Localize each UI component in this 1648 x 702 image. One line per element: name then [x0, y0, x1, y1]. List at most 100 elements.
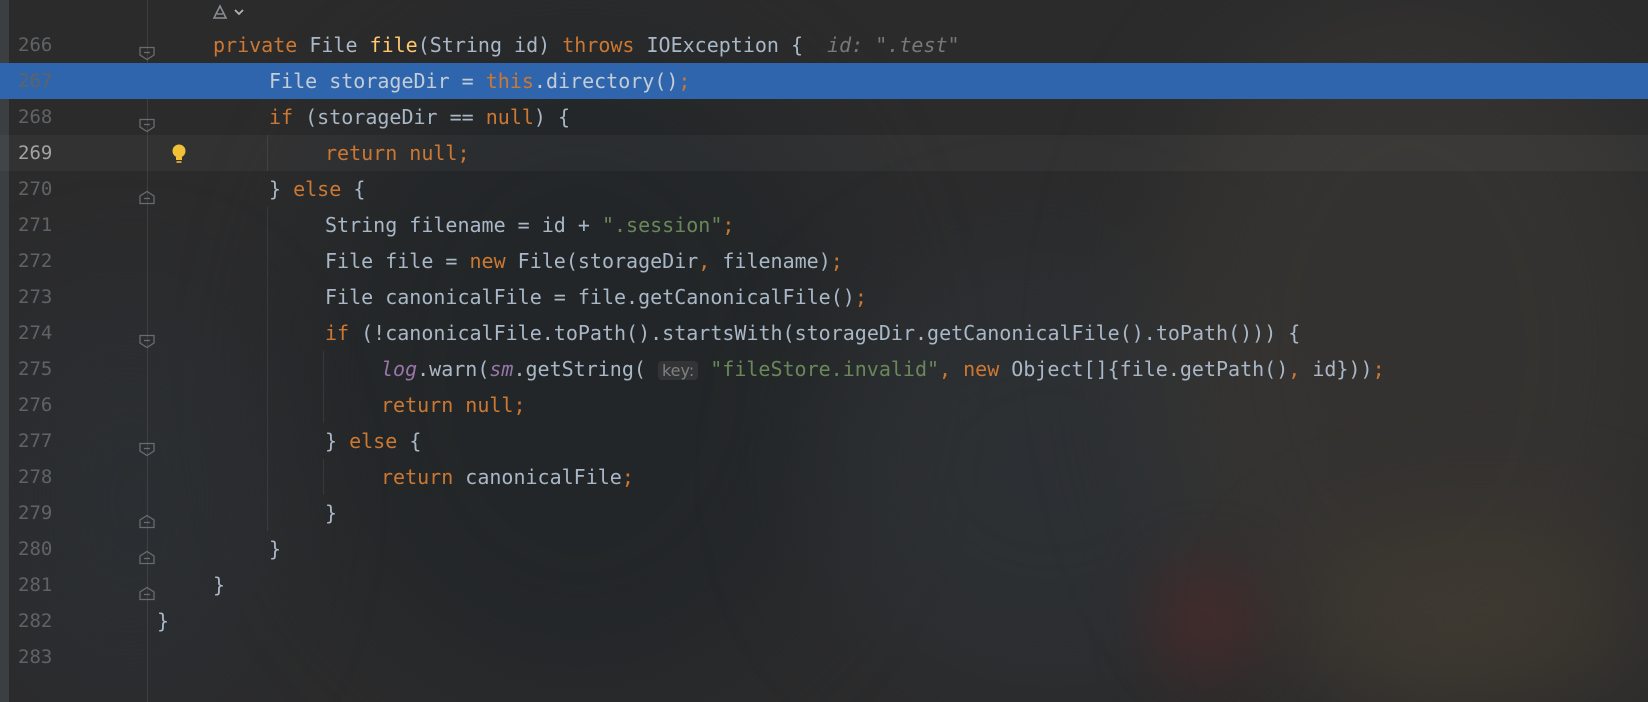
code-token: File file = — [325, 249, 470, 273]
code-line-270[interactable]: 270 } else { — [0, 171, 1648, 207]
code-text[interactable]: } else { — [269, 171, 365, 207]
indent-guide — [267, 459, 268, 495]
code-text[interactable]: private File file(String id) throws IOEx… — [213, 27, 960, 63]
code-text[interactable]: return null; — [325, 135, 470, 171]
line-number[interactable]: 277 — [18, 423, 62, 459]
code-text[interactable]: } — [157, 603, 169, 639]
code-text[interactable]: } — [269, 531, 281, 567]
line-number[interactable]: 283 — [18, 639, 62, 675]
code-token: else — [349, 429, 410, 453]
code-line-267[interactable]: 267 File storageDir = this.directory(); — [0, 63, 1648, 99]
code-token: id})) — [1312, 357, 1373, 381]
code-token: filename) — [722, 249, 831, 273]
code-text[interactable]: } — [213, 567, 225, 603]
indent-guide — [267, 423, 268, 459]
line-number[interactable]: 270 — [18, 171, 62, 207]
code-token: Object[]{file.getPath() — [1011, 357, 1289, 381]
code-line-280[interactable]: 280} — [0, 531, 1648, 567]
code-token: sm — [489, 357, 514, 381]
code-line-277[interactable]: 277 } else { — [0, 423, 1648, 459]
code-token: new — [469, 249, 518, 273]
code-token: else — [293, 177, 354, 201]
code-text[interactable]: return null; — [381, 387, 526, 423]
code-line-276[interactable]: 276 return null; — [0, 387, 1648, 423]
code-token: ) { — [533, 105, 571, 129]
code-line-274[interactable]: 274 if (!canonicalFile.toPath().startsWit… — [0, 315, 1648, 351]
code-line-275[interactable]: 275 log.warn(sm.getString( key: "fileStor… — [0, 351, 1648, 387]
line-number[interactable]: 281 — [18, 567, 62, 603]
parameter-hint: key: — [657, 361, 699, 380]
fold-close-icon[interactable] — [138, 542, 156, 565]
code-token: private — [213, 33, 310, 57]
code-token: File storageDir = — [269, 69, 486, 93]
code-line-278[interactable]: 278 return canonicalFile; — [0, 459, 1648, 495]
code-text[interactable]: } else { — [325, 423, 421, 459]
code-token: ; — [1372, 357, 1385, 381]
line-number[interactable]: 268 — [18, 99, 62, 135]
code-token: canonicalFile — [465, 465, 622, 489]
code-line-283[interactable]: 283 — [0, 639, 1648, 675]
inline-value-hint: id: ".test" — [827, 33, 960, 57]
code-token: ; — [830, 249, 843, 273]
code-token: File — [309, 33, 370, 57]
code-token: { — [409, 429, 422, 453]
line-number[interactable]: 275 — [18, 351, 62, 387]
code-line-272[interactable]: 272 File file = new File(storageDir, file… — [0, 243, 1648, 279]
code-token: String filename = id + — [325, 213, 602, 237]
fold-close-icon[interactable] — [138, 182, 156, 205]
lightbulb-icon[interactable] — [170, 142, 188, 164]
line-number[interactable]: 280 — [18, 531, 62, 567]
code-line-269[interactable]: 269 return null; — [0, 135, 1648, 171]
code-token: (String id) — [417, 33, 563, 57]
fold-open-icon[interactable] — [138, 110, 156, 133]
code-line-268[interactable]: 268 if (storageDir == null) { — [0, 99, 1648, 135]
code-text[interactable]: File canonicalFile = file.getCanonicalFi… — [325, 279, 867, 315]
indent-guide — [323, 459, 324, 495]
code-line-279[interactable]: 279} — [0, 495, 1648, 531]
code-line-282[interactable]: 282} — [0, 603, 1648, 639]
code-text[interactable]: File file = new File(storageDir, filenam… — [325, 243, 843, 279]
indent-guide — [267, 135, 268, 171]
code-line-273[interactable]: 273 File canonicalFile = file.getCanonica… — [0, 279, 1648, 315]
line-number[interactable]: 266 — [18, 27, 62, 63]
indent-guide — [323, 351, 324, 387]
line-number[interactable]: 274 — [18, 315, 62, 351]
code-line-266[interactable]: 266 private File file(String id) throws I… — [0, 27, 1648, 63]
code-token: ; — [722, 213, 735, 237]
fold-open-icon[interactable] — [138, 38, 156, 61]
code-token: IOException { — [646, 33, 828, 57]
indent-guide — [267, 315, 268, 351]
line-number[interactable]: 272 — [18, 243, 62, 279]
indent-guide — [267, 495, 268, 531]
code-text[interactable]: return canonicalFile; — [381, 459, 634, 495]
line-number[interactable]: 282 — [18, 603, 62, 639]
line-number[interactable]: 279 — [18, 495, 62, 531]
code-text[interactable]: } — [325, 495, 337, 531]
fold-close-icon[interactable] — [138, 506, 156, 529]
line-number[interactable]: 271 — [18, 207, 62, 243]
code-text[interactable]: String filename = id + ".session"; — [325, 207, 734, 243]
code-text[interactable]: if (!canonicalFile.toPath().startsWith(s… — [325, 315, 1300, 351]
line-number[interactable]: 276 — [18, 387, 62, 423]
line-number[interactable]: 269 — [18, 135, 62, 171]
fold-close-icon[interactable] — [138, 578, 156, 601]
ai-assistant-icon[interactable] — [210, 2, 250, 24]
code-token: File(storageDir — [517, 249, 699, 273]
fold-open-icon[interactable] — [138, 434, 156, 457]
indent-guide — [267, 207, 268, 243]
code-line-271[interactable]: 271 String filename = id + ".session"; — [0, 207, 1648, 243]
line-number[interactable]: 278 — [18, 459, 62, 495]
code-editor[interactable]: 266 private File file(String id) throws I… — [0, 27, 1648, 675]
fold-open-icon[interactable] — [138, 326, 156, 349]
code-line-281[interactable]: 281} — [0, 567, 1648, 603]
line-number[interactable]: 267 — [18, 63, 62, 99]
code-token: .directory() — [533, 69, 679, 93]
code-token: null — [485, 105, 534, 129]
code-token: ; — [678, 69, 691, 93]
line-number[interactable]: 273 — [18, 279, 62, 315]
code-text[interactable]: log.warn(sm.getString( key: "fileStore.i… — [381, 351, 1385, 389]
code-text[interactable]: if (storageDir == null) { — [269, 99, 570, 135]
code-token: if — [325, 321, 362, 345]
code-text[interactable]: File storageDir = this.directory(); — [269, 63, 690, 99]
